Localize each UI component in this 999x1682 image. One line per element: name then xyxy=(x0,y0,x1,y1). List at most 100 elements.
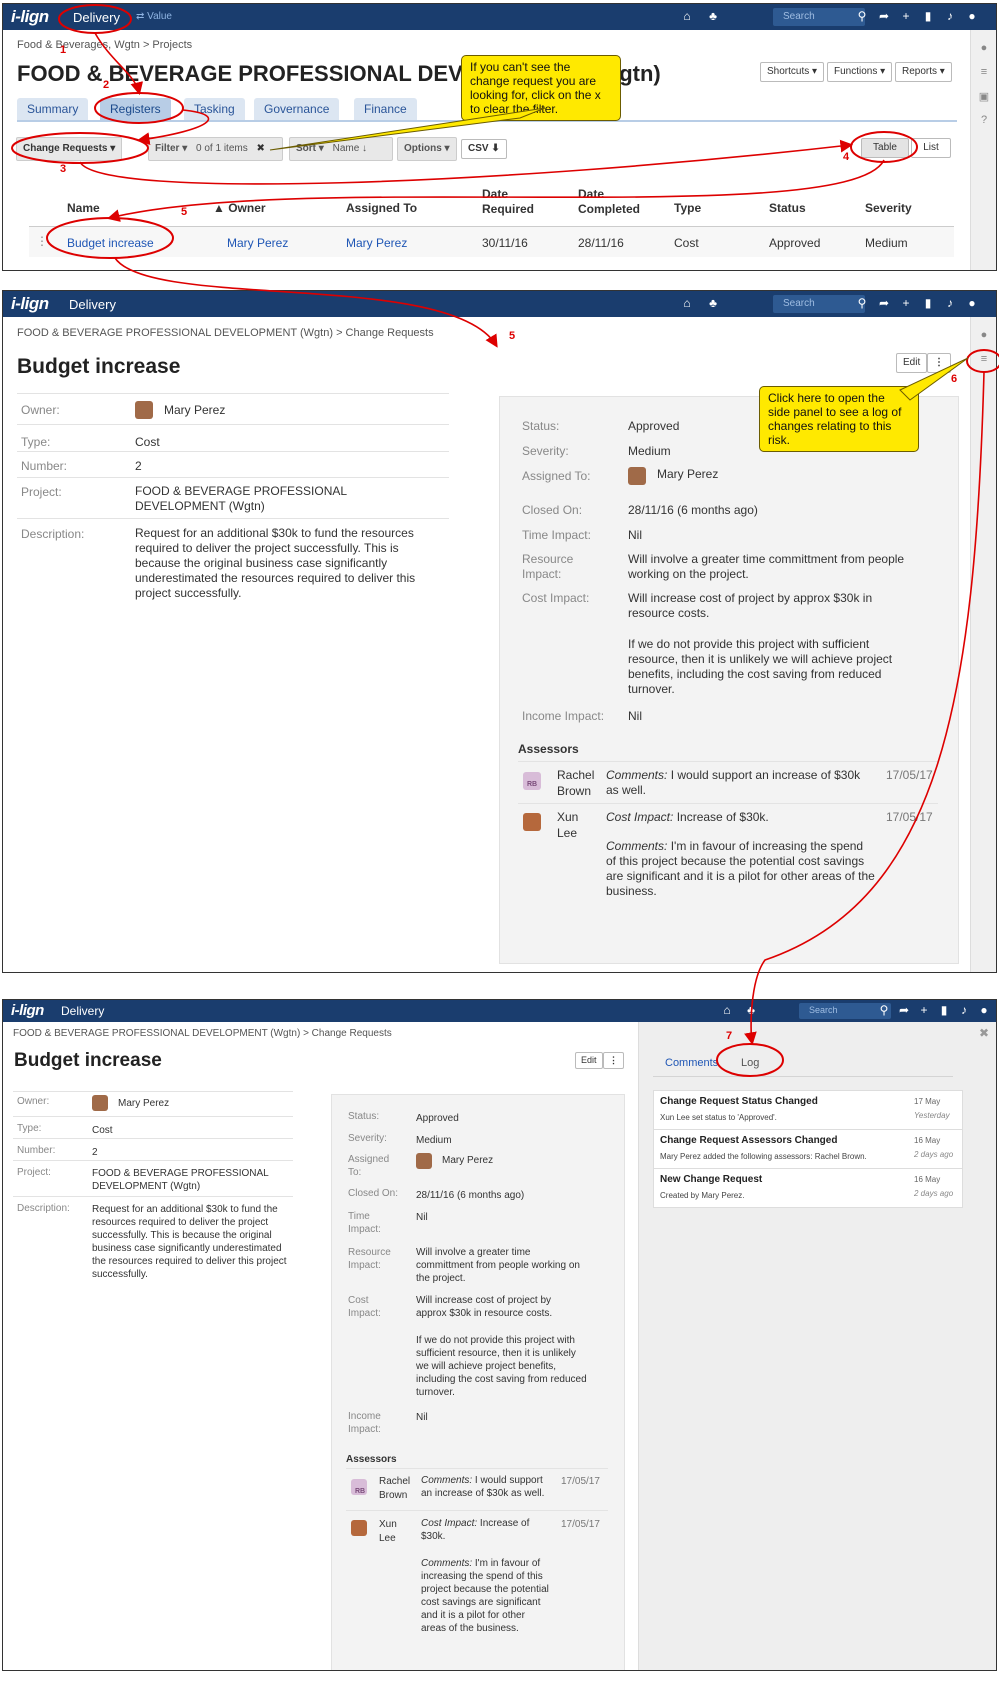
col-severity[interactable]: Severity xyxy=(865,201,912,215)
col-owner-label: Owner xyxy=(228,201,266,215)
time-impact-label: Time Impact: xyxy=(522,528,591,542)
comment-icon[interactable]: ● xyxy=(976,42,992,56)
clear-filter-icon[interactable]: ✖ xyxy=(257,143,265,154)
assessor-rb-last[interactable]: Brown xyxy=(557,784,591,799)
assigned-link[interactable]: Mary Perez xyxy=(442,1153,493,1168)
shortcuts-button[interactable]: Shortcuts ▾ xyxy=(760,62,825,82)
search-icon[interactable]: ⚲ xyxy=(877,1003,891,1017)
cost-impact-value-2: If we do not provide this project with s… xyxy=(416,1335,587,1398)
col-assigned[interactable]: Assigned To xyxy=(346,201,417,215)
share-icon[interactable]: ➦ xyxy=(897,1003,911,1017)
assessor-xl-cost-label: Cost Impact: xyxy=(606,810,674,824)
csv-button[interactable]: CSV ⬇ xyxy=(461,139,507,159)
assessor-rb-first[interactable]: Rachel xyxy=(557,768,594,783)
home-icon[interactable]: ⌂ xyxy=(680,9,694,23)
hierarchy-icon[interactable]: ♣ xyxy=(744,1003,758,1017)
app-name[interactable]: Delivery xyxy=(69,297,116,312)
col-owner[interactable]: ▲ Owner xyxy=(213,201,266,215)
bell-icon[interactable]: ♪ xyxy=(943,296,957,310)
breadcrumb[interactable]: FOOD & BEVERAGE PROFESSIONAL DEVELOPMENT… xyxy=(13,1028,392,1039)
project-link[interactable]: FOOD & BEVERAGE PROFESSIONAL DEVELOPMENT… xyxy=(135,484,365,514)
home-icon[interactable]: ⌂ xyxy=(680,296,694,310)
app-name[interactable]: Delivery xyxy=(61,1004,104,1018)
assessor-rb-first[interactable]: Rachel xyxy=(379,1474,410,1489)
col-date-required[interactable]: Date Required xyxy=(482,187,552,217)
sort-button[interactable]: Sort ▾ xyxy=(296,143,324,154)
search-input[interactable]: Search xyxy=(773,8,865,26)
edit-button[interactable]: Edit xyxy=(575,1052,603,1069)
filter-button[interactable]: Filter ▾ xyxy=(155,143,187,154)
table-view-button[interactable]: Table xyxy=(861,138,909,158)
tab-log[interactable]: Log xyxy=(741,1057,759,1069)
add-icon[interactable]: + xyxy=(899,9,913,23)
assigned-link[interactable]: Mary Perez xyxy=(657,467,718,482)
lock-icon[interactable]: ▣ xyxy=(976,90,992,104)
col-status[interactable]: Status xyxy=(769,201,806,215)
value-switch[interactable]: ⇄ Value xyxy=(136,11,172,22)
tab-summary[interactable]: Summary xyxy=(17,98,89,120)
add-icon[interactable]: + xyxy=(917,1003,931,1017)
share-icon[interactable]: ➦ xyxy=(877,296,891,310)
tab-finance[interactable]: Finance xyxy=(354,98,417,120)
owner-link[interactable]: Mary Perez xyxy=(118,1096,169,1111)
breadcrumb[interactable]: Food & Beverages, Wgtn > Projects xyxy=(17,39,192,51)
owner-link[interactable]: Mary Perez xyxy=(164,403,225,418)
search-icon[interactable]: ⚲ xyxy=(855,9,869,23)
project-link[interactable]: FOOD & BEVERAGE PROFESSIONAL DEVELOPMENT… xyxy=(92,1167,292,1193)
bell-icon[interactable]: ♪ xyxy=(943,9,957,23)
options-button[interactable]: Options ▾ xyxy=(397,137,457,161)
tab-tasking[interactable]: Tasking xyxy=(184,98,245,120)
sort-field[interactable]: Name ↓ xyxy=(333,143,367,154)
assessor-xl-last[interactable]: Lee xyxy=(379,1531,396,1546)
more-button[interactable]: ⋮ xyxy=(603,1052,624,1069)
type-value: Cost xyxy=(92,1125,113,1136)
hierarchy-icon[interactable]: ♣ xyxy=(706,9,720,23)
user-icon[interactable]: ● xyxy=(965,9,979,23)
tab-governance[interactable]: Governance xyxy=(254,98,340,120)
hierarchy-icon[interactable]: ♣ xyxy=(706,296,720,310)
row-owner-link[interactable]: Mary Perez xyxy=(227,236,288,250)
search-input[interactable]: Search xyxy=(773,295,865,313)
user-icon[interactable]: ● xyxy=(965,296,979,310)
assessor-rb-avatar: RB xyxy=(351,1479,367,1495)
step-number-7: 7 xyxy=(726,1030,733,1042)
bookmark-icon[interactable]: ▮ xyxy=(921,9,935,23)
type-value: Cost xyxy=(135,435,160,449)
list-view-button[interactable]: List xyxy=(911,138,951,158)
col-type[interactable]: Type xyxy=(674,201,701,215)
user-icon[interactable]: ● xyxy=(977,1003,991,1017)
tab-comments[interactable]: Comments xyxy=(665,1057,718,1069)
functions-button[interactable]: Functions ▾ xyxy=(827,62,893,82)
change-requests-dropdown[interactable]: Change Requests ▾ xyxy=(16,137,123,161)
assessor-rb-last[interactable]: Brown xyxy=(379,1488,407,1503)
search-icon[interactable]: ⚲ xyxy=(855,296,869,310)
home-icon[interactable]: ⌂ xyxy=(720,1003,734,1017)
assessor-xl-first[interactable]: Xun xyxy=(379,1517,397,1532)
assessor-xl-first[interactable]: Xun xyxy=(557,810,578,825)
row-actions-icon[interactable]: ⋮ xyxy=(36,234,48,248)
list-icon[interactable]: ≡ xyxy=(976,66,992,80)
comment-icon[interactable]: ● xyxy=(976,329,992,343)
tab-registers[interactable]: Registers xyxy=(100,98,171,120)
bell-icon[interactable]: ♪ xyxy=(957,1003,971,1017)
share-icon[interactable]: ➦ xyxy=(877,9,891,23)
bookmark-icon[interactable]: ▮ xyxy=(921,296,935,310)
edit-button[interactable]: Edit xyxy=(896,353,928,373)
breadcrumb[interactable]: FOOD & BEVERAGE PROFESSIONAL DEVELOPMENT… xyxy=(17,327,434,339)
assessor-xl-last[interactable]: Lee xyxy=(557,826,577,841)
closed-value: 28/11/16 (6 months ago) xyxy=(628,503,758,517)
col-name[interactable]: Name xyxy=(67,201,100,215)
list-icon[interactable]: ≡ xyxy=(976,353,992,367)
description-value: Request for an additional $30k to fund t… xyxy=(92,1204,287,1280)
more-button[interactable]: ⋮ xyxy=(927,353,951,373)
add-icon[interactable]: + xyxy=(899,296,913,310)
row-assigned-link[interactable]: Mary Perez xyxy=(346,236,407,250)
help-icon[interactable]: ? xyxy=(976,114,992,128)
reports-button[interactable]: Reports ▾ xyxy=(895,62,952,82)
row-name-link[interactable]: Budget increase xyxy=(67,236,154,250)
col-date-completed[interactable]: Date Completed xyxy=(578,187,648,217)
close-icon[interactable]: ✖ xyxy=(979,1026,989,1040)
severity-value: Medium xyxy=(416,1135,452,1146)
bookmark-icon[interactable]: ▮ xyxy=(937,1003,951,1017)
app-name[interactable]: Delivery xyxy=(73,10,120,25)
